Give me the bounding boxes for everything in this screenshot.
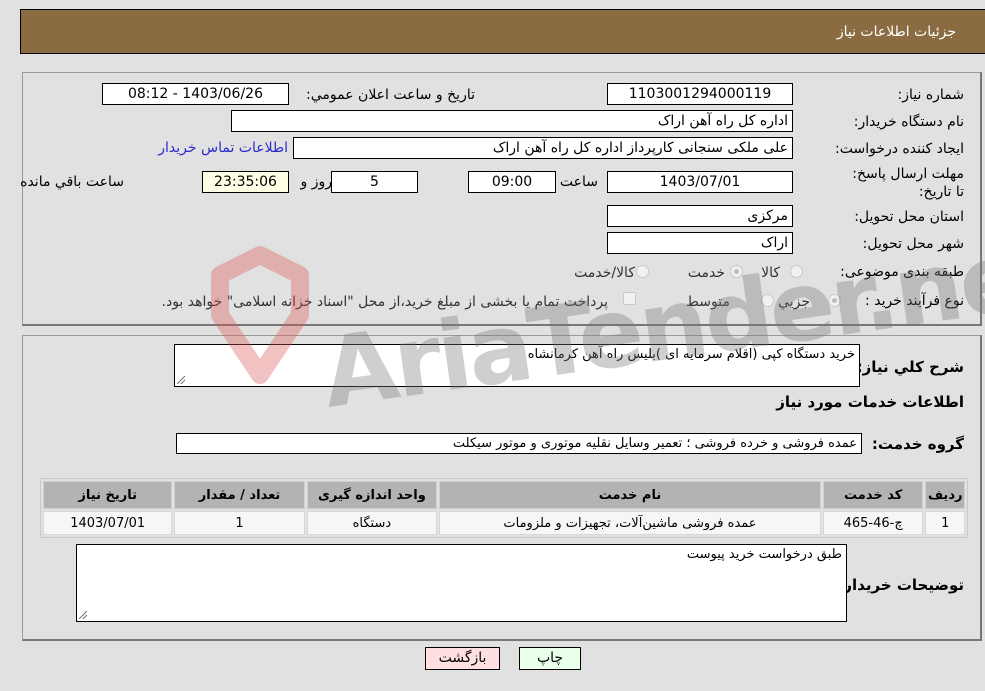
announce-datetime-field[interactable]: 1403/06/26 - 08:12 (102, 83, 289, 105)
need-number-field[interactable]: 1103001294000119 (607, 83, 793, 105)
category-option-goods: کالا (761, 265, 780, 281)
creator-field[interactable]: علی ملکی سنجانی کارپرداز اداره کل راه آه… (293, 137, 793, 159)
deadline-date-field[interactable]: 1403/07/01 (607, 171, 793, 193)
description-text: خرید دستگاه کپی (اقلام سرمایه ای )بلیس ر… (527, 347, 855, 362)
category-radio-goods[interactable] (790, 265, 803, 278)
description-label: شرح کلي نیاز: (856, 358, 964, 376)
buyer-contact-link[interactable]: اطلاعات تماس خریدار (158, 140, 288, 156)
time-remaining-label: ساعت باقي مانده (20, 174, 124, 190)
need-details-panel: شماره نیاز: 1103001294000119 تاریخ و ساع… (20, 72, 982, 326)
category-radio-goods-service[interactable] (636, 265, 649, 278)
table-header-row: ردیف کد خدمت نام خدمت واحد اندازه گیری ت… (43, 481, 965, 509)
need-number-label: شماره نیاز: (897, 87, 965, 103)
page-title: جزئیات اطلاعات نیاز (836, 23, 956, 40)
service-group-field[interactable]: عمده فروشی و خرده فروشی ؛ تعمیر وسایل نق… (176, 433, 862, 454)
service-group-label: گروه خدمت: (871, 435, 964, 453)
creator-label: ایجاد کننده درخواست: (835, 141, 964, 157)
col-header-need-date: تاریخ نیاز (43, 481, 173, 509)
buyer-org-label: نام دستگاه خریدار: (853, 114, 964, 130)
need-summary-panel: شرح کلي نیاز: خرید دستگاه کپی (اقلام سرم… (22, 335, 982, 641)
resize-handle-icon[interactable] (79, 611, 87, 619)
cell-quantity: 1 (174, 511, 305, 535)
cell-need-date: 1403/07/01 (43, 511, 173, 535)
process-option-minor: جزيي (778, 294, 810, 310)
col-header-row-number: ردیف (925, 481, 965, 509)
cell-service-name: عمده فروشی ماشین‌آلات، تجهیزات و ملزومات (439, 511, 821, 535)
buyer-notes-text: طبق درخواست خرید پیوست (686, 547, 842, 562)
services-table: ردیف کد خدمت نام خدمت واحد اندازه گیری ت… (40, 478, 968, 538)
cell-row-number: 1 (925, 511, 965, 535)
col-header-service-code: کد خدمت (822, 481, 924, 509)
col-header-quantity: تعداد / مقدار (174, 481, 305, 509)
days-label: روز و (300, 174, 333, 190)
province-field[interactable]: مرکزی (607, 205, 793, 227)
cell-unit: دستگاه (306, 511, 438, 535)
process-radio-medium[interactable] (761, 294, 774, 307)
process-radio-minor[interactable] (828, 294, 841, 307)
services-heading: اطلاعات خدمات مورد نیاز (776, 393, 964, 411)
category-label: طبقه بندی موضوعی: (840, 264, 964, 280)
treasury-checkbox[interactable] (623, 292, 636, 305)
col-header-service-name: نام خدمت (439, 481, 821, 509)
province-label: استان محل تحویل: (854, 209, 964, 225)
col-header-unit: واحد اندازه گیری (306, 481, 438, 509)
category-option-goods-service: کالا/خدمت (574, 265, 635, 281)
city-label: شهر محل تحویل: (862, 236, 964, 252)
city-field[interactable]: اراک (607, 232, 793, 254)
deadline-time-label: ساعت (559, 174, 598, 190)
deadline-label: مهلت ارسال پاسخ: تا تاریخ: (852, 166, 964, 200)
time-remaining-field[interactable]: 23:35:06 (202, 171, 289, 193)
category-radio-service[interactable] (730, 265, 743, 278)
page-header: جزئیات اطلاعات نیاز (20, 9, 985, 54)
announce-label: تاریخ و ساعت اعلان عمومي: (306, 87, 475, 103)
process-option-medium: متوسط (686, 294, 730, 310)
deadline-time-field[interactable]: 09:00 (468, 171, 556, 193)
buyer-notes-label: توضیحات خریدار: (837, 576, 964, 594)
buyer-org-field[interactable]: اداره کل راه آهن اراک (231, 110, 793, 132)
buyer-notes-textarea[interactable]: طبق درخواست خرید پیوست (76, 544, 847, 622)
process-label: نوع فرآیند خرید : (865, 293, 964, 309)
table-row: 1 چ-46-465 عمده فروشی ماشین‌آلات، تجهیزا… (43, 511, 965, 535)
treasury-note: پرداخت تمام یا بخشی از مبلغ خرید،از محل … (161, 294, 608, 310)
cell-service-code: چ-46-465 (822, 511, 924, 535)
back-button[interactable]: بازگشت (425, 647, 500, 670)
days-remaining-field[interactable]: 5 (331, 171, 418, 193)
category-option-service: خدمت (687, 265, 725, 281)
print-button[interactable]: چاپ (519, 647, 581, 670)
description-textarea[interactable]: خرید دستگاه کپی (اقلام سرمایه ای )بلیس ر… (174, 344, 860, 387)
resize-handle-icon[interactable] (177, 376, 185, 384)
